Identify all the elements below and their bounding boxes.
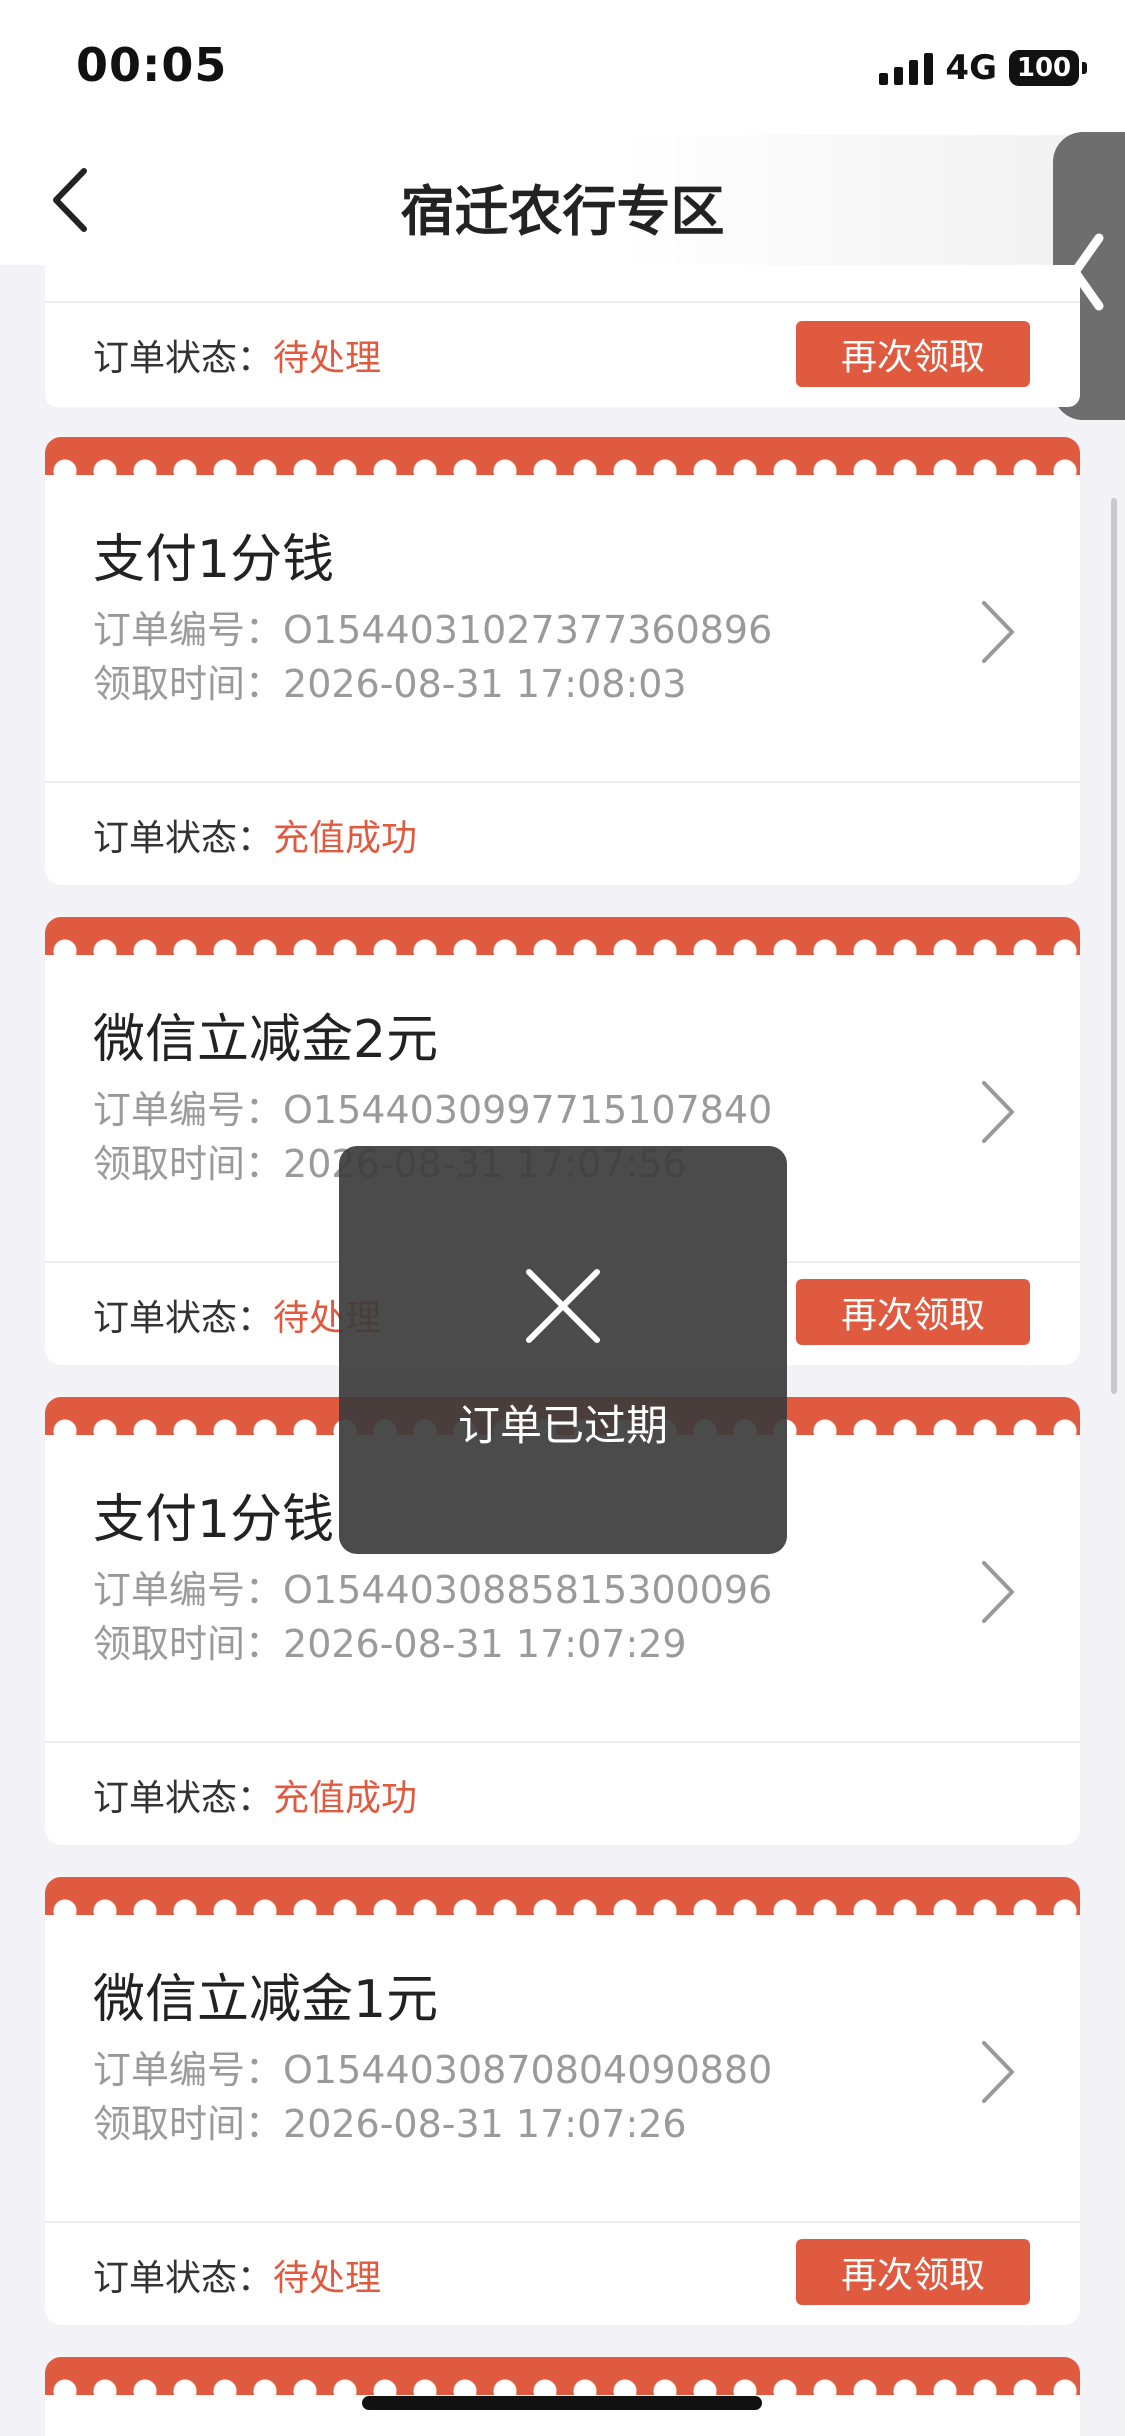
nav-bar: 宿迁农行专区 [0, 135, 1125, 265]
battery-icon: 100 [1009, 50, 1087, 86]
receive-time: 领取时间：2026-08-31 17:08:03 [93, 662, 687, 706]
order-number: 订单编号：O1544030885815300096 [93, 1568, 773, 1612]
card-divider [45, 781, 1080, 783]
status-indicators: 4G 100 [879, 48, 1087, 88]
battery-level: 100 [1016, 53, 1072, 83]
chevron-right-icon[interactable] [978, 2037, 1018, 2107]
status-value: 充值成功 [273, 818, 418, 859]
status-value: 充值成功 [273, 1778, 418, 1819]
chevron-right-icon[interactable] [978, 1557, 1018, 1627]
retry-button[interactable]: 再次领取 [796, 321, 1030, 387]
retry-button[interactable]: 再次领取 [796, 1279, 1030, 1345]
order-number: 订单编号：O1544030997715107840 [93, 1088, 773, 1132]
status-value: 待处理 [273, 2258, 382, 2299]
chevron-right-icon[interactable] [978, 1077, 1018, 1147]
chevron-right-icon[interactable] [978, 597, 1018, 667]
toast: 订单已过期 [339, 1146, 787, 1554]
card-divider [45, 2221, 1080, 2223]
receive-time: 领取时间：2026-08-31 17:07:26 [93, 2102, 687, 2146]
order-status: 订单状态：待处理 [93, 1298, 382, 1339]
order-number: 订单编号：O1544030870804090880 [93, 2048, 773, 2092]
receive-time: 领取时间：2026-08-31 17:07:29 [93, 1622, 687, 1666]
order-card-partial: 订单状态：待处理 再次领取 [45, 265, 1080, 407]
order-card[interactable]: 微信立减金1元 订单编号：O1544030870804090880 领取时间：2… [45, 1877, 1080, 2325]
ticket-edge [45, 1877, 1080, 1915]
status-value: 待处理 [273, 338, 382, 379]
page-title: 宿迁农行专区 [400, 180, 725, 243]
home-indicator[interactable] [362, 2396, 762, 2410]
order-title: 微信立减金1元 [93, 1970, 439, 2030]
order-status: 订单状态：充值成功 [93, 1778, 418, 1819]
card-divider [45, 301, 1080, 303]
scrollbar[interactable] [1111, 498, 1117, 1394]
order-title: 支付1分钱 [93, 530, 335, 590]
network-type: 4G [945, 48, 997, 88]
status-bar: 00:05 4G 100 [0, 0, 1125, 135]
status-time: 00:05 [76, 38, 228, 92]
signal-icon [879, 51, 934, 85]
order-status: 订单状态：待处理 [93, 329, 381, 381]
toast-message: 订单已过期 [457, 1401, 668, 1450]
ticket-edge [45, 2357, 1080, 2395]
order-number: 订单编号：O1544031027377360896 [93, 608, 773, 652]
order-status: 订单状态：待处理 [93, 2258, 382, 2299]
status-label: 订单状态： [93, 338, 274, 379]
order-title: 支付1分钱 [93, 1490, 335, 1550]
order-card[interactable]: 支付1分钱 订单编号：O1544031027377360896 领取时间：202… [45, 437, 1080, 885]
retry-button[interactable]: 再次领取 [796, 2239, 1030, 2305]
ticket-edge [45, 917, 1080, 955]
order-status: 订单状态：充值成功 [93, 818, 418, 859]
card-divider [45, 1741, 1080, 1743]
order-title: 微信立减金2元 [93, 1010, 439, 1070]
ticket-edge [45, 437, 1080, 475]
close-x-icon [526, 1269, 600, 1343]
